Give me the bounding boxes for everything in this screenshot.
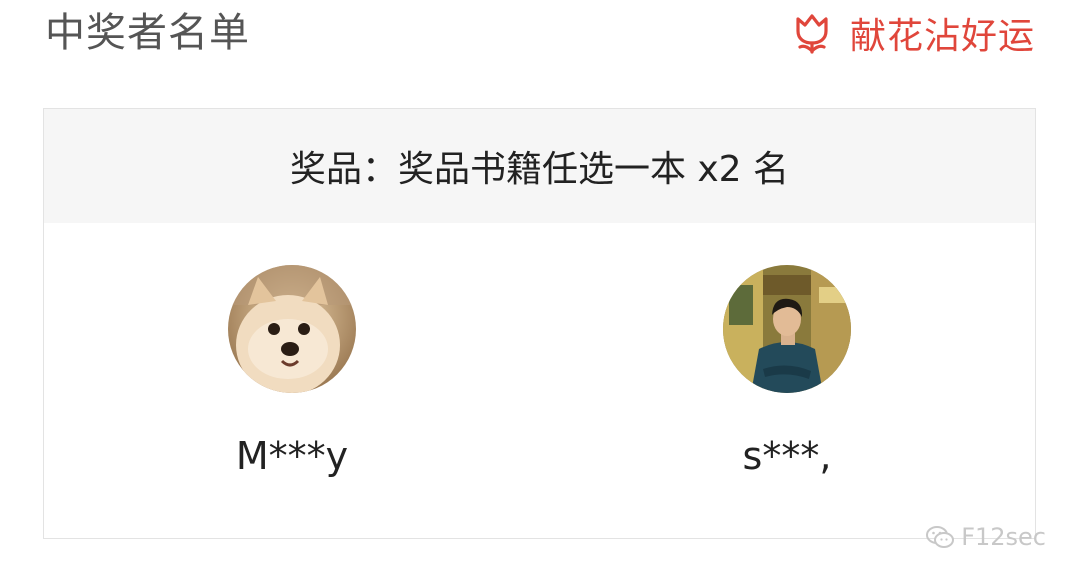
- avatar: [228, 265, 356, 393]
- winner-name: s***,: [742, 434, 832, 478]
- header: 中奖者名单 献花沾好运: [45, 0, 1035, 70]
- give-flower-button[interactable]: 献花沾好运: [790, 8, 1035, 58]
- prize-label: 奖品：奖品书籍任选一本 x2 名: [44, 109, 1035, 223]
- winner-card: 奖品：奖品书籍任选一本 x2 名 M***y s***,: [43, 108, 1036, 539]
- dog-photo-avatar: [228, 265, 356, 393]
- flower-icon: [796, 14, 828, 54]
- winner-item: M***y: [172, 265, 412, 481]
- wechat-icon: [926, 526, 955, 548]
- page-title: 中奖者名单: [45, 10, 250, 56]
- watermark: F12sec: [925, 523, 1046, 551]
- flower-label: 献花沾好运: [849, 16, 1035, 57]
- winners-list: M***y s***,: [44, 223, 1035, 539]
- winner-name: M***y: [235, 434, 349, 478]
- watermark-text: F12sec: [961, 523, 1046, 551]
- winner-list-page: 中奖者名单 献花沾好运 奖品：奖品书籍任选一本 x2 名 M***y s***,…: [0, 0, 1080, 581]
- winner-item: s***,: [667, 265, 907, 481]
- avatar: [723, 265, 851, 393]
- person-photo-avatar: [723, 265, 851, 393]
